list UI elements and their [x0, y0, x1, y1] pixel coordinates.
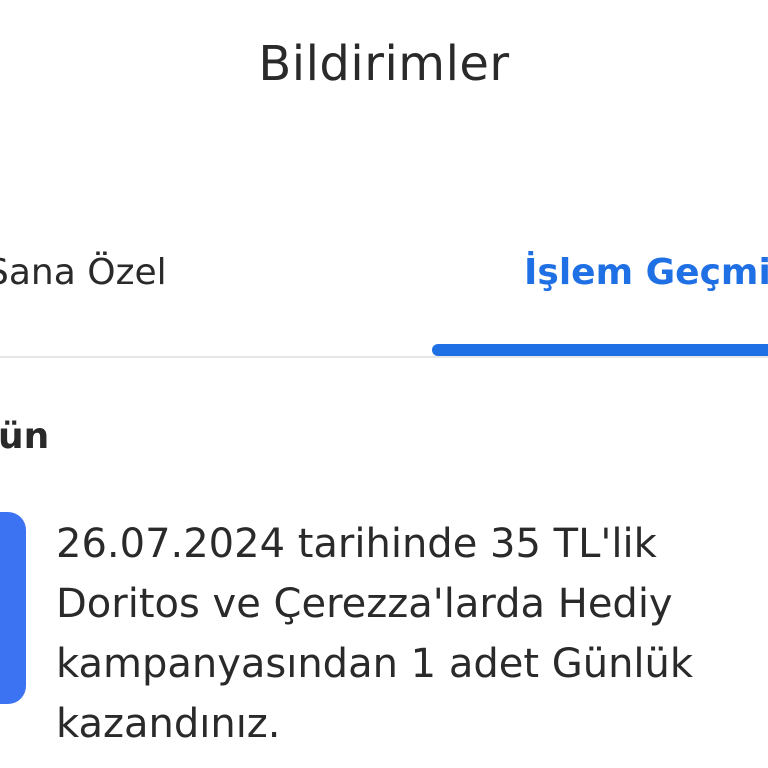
notification-icon [0, 512, 26, 704]
tab-sana-ozel[interactable]: Sana Özel [0, 252, 167, 293]
page-title: Bildirimler [258, 36, 510, 92]
section-date-header: ün [0, 416, 50, 457]
active-tab-indicator [432, 344, 768, 356]
notification-text: 26.07.2024 tarihinde 35 TL'lik Doritos v… [56, 521, 694, 747]
tab-divider [0, 356, 768, 358]
tab-islem-gecmisi[interactable]: İşlem Geçmi [524, 252, 768, 293]
notifications-screen: Bildirimler Sana Özel İşlem Geçmi ün 26.… [0, 0, 768, 768]
